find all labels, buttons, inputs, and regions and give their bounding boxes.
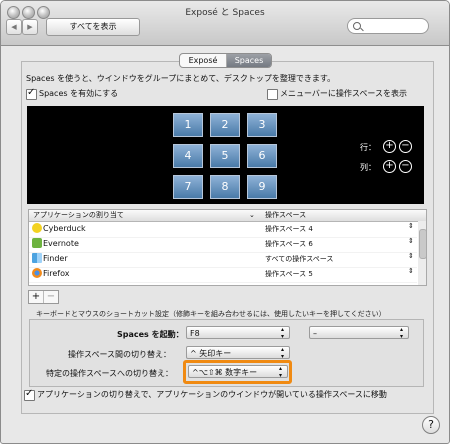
add-row-button[interactable]: + [383,140,396,153]
app-name: Cyberduck [43,224,86,233]
switch-spaces-label: 操作スペース間の切り替え： [68,350,172,359]
chevron-right-icon: ▶ [27,23,33,31]
forward-button[interactable]: ▶ [22,19,38,35]
space-8[interactable]: 8 [210,175,240,199]
enable-spaces-checkbox[interactable] [26,87,37,100]
direct-space-switch-label: 特定の操作スペースへの切り替え： [46,369,174,378]
duck-icon [32,223,42,233]
activate-spaces-secondary-popup[interactable]: – [309,326,409,340]
table-header: アプリケーションの割り当て ⌄ 操作スペース [29,210,426,222]
table-scrollbar[interactable] [418,221,426,285]
table-row-cyberduck[interactable]: Cyberduck 操作スペース 4 ⇕ [29,222,417,238]
space-2[interactable]: 2 [210,113,240,137]
activate-spaces-popup[interactable]: F8 [186,326,290,340]
activate-spaces-label: Spaces を起動： [117,330,184,339]
sort-indicator-icon: ⌄ [249,211,255,219]
add-column-button[interactable]: + [383,160,396,173]
elephant-icon [32,238,42,248]
app-name: Evernote [43,239,79,248]
space-5[interactable]: 5 [210,144,240,168]
spaces-preview: 1 2 3 4 5 6 7 8 9 行： + − 列： + − [27,106,424,204]
space-value: すべての操作スペース [265,255,334,263]
show-all-button[interactable]: すべてを表示 [46,18,140,36]
remove-column-button[interactable]: − [399,160,412,173]
space-9[interactable]: 9 [247,175,277,199]
firefox-icon [32,268,42,278]
plus-icon: + [385,160,394,171]
table-row-finder[interactable]: Finder すべての操作スペース ⇕ [29,252,417,268]
table-row-firefox[interactable]: Firefox 操作スペース 5 ⇕ [29,267,417,283]
help-button[interactable]: ? [422,416,440,434]
space-popup-arrows-icon[interactable]: ⇕ [408,222,414,230]
minus-icon: − [401,140,410,151]
space-4[interactable]: 4 [173,144,203,168]
back-button[interactable]: ◀ [6,19,22,35]
switch-spaces-popup[interactable]: ^ 矢印キー [186,346,290,360]
menu-bar-spaces-label: メニューバーに操作スペースを表示 [280,89,407,98]
application-column-header[interactable]: アプリケーションの割り当て [33,210,124,221]
remove-application-button[interactable]: − [44,291,58,303]
chevron-left-icon: ◀ [11,23,17,31]
space-column-header[interactable]: 操作スペース [265,210,306,221]
spaces-description: Spaces を使うと、ウインドウをグループにまとめて、デスクトップを整理できま… [26,74,336,83]
space-3[interactable]: 3 [247,113,277,137]
plus-icon: + [385,140,394,151]
finder-icon [32,253,42,263]
remove-row-button[interactable]: − [399,140,412,153]
search-field[interactable] [347,18,429,34]
scrollbar-thumb[interactable] [419,229,426,259]
application-list-buttons: + − [28,290,59,304]
orange-highlight-box [183,360,292,384]
app-name: Firefox [43,269,70,278]
menu-bar-spaces-checkbox[interactable] [267,89,278,100]
space-popup-arrows-icon[interactable]: ⇕ [408,237,414,245]
tab-expose[interactable]: Exposé [180,54,227,67]
switch-application-label: アプリケーションの切り替えで、アプリケーションのウインドウが開いている操作スペー… [37,390,387,399]
window-title: Exposé と Spaces [185,8,265,18]
app-name: Finder [43,254,68,263]
system-preferences-window: Exposé と Spaces ◀ ▶ すべてを表示 Exposé Spaces… [0,0,450,444]
space-1[interactable]: 1 [173,113,203,137]
tab-spaces[interactable]: Spaces [227,54,271,67]
title-bar: Exposé と Spaces ◀ ▶ すべてを表示 [1,1,449,46]
enable-spaces-label: Spaces を有効にする [39,89,119,98]
expose-spaces-tabs: Exposé Spaces [179,53,272,68]
space-popup-arrows-icon[interactable]: ⇕ [408,252,414,260]
space-value: 操作スペース 4 [265,225,313,233]
rows-label: 行： [360,143,376,152]
minus-icon: − [401,160,410,171]
columns-label: 列： [360,163,376,172]
space-6[interactable]: 6 [247,144,277,168]
add-application-button[interactable]: + [29,291,44,303]
space-value: 操作スペース 5 [265,270,313,278]
space-popup-arrows-icon[interactable]: ⇕ [408,267,414,275]
switch-application-checkbox[interactable] [24,388,35,401]
space-value: 操作スペース 6 [265,240,313,248]
space-7[interactable]: 7 [173,175,203,199]
shortcut-section-title: キーボードとマウスのショートカット設定（修飾キーを組み合わせるには、使用したいキ… [36,310,386,318]
application-assignment-table: アプリケーションの割り当て ⌄ 操作スペース Cyberduck 操作スペース … [28,209,427,286]
table-row-evernote[interactable]: Evernote 操作スペース 6 ⇕ [29,237,417,253]
search-icon [353,22,361,30]
